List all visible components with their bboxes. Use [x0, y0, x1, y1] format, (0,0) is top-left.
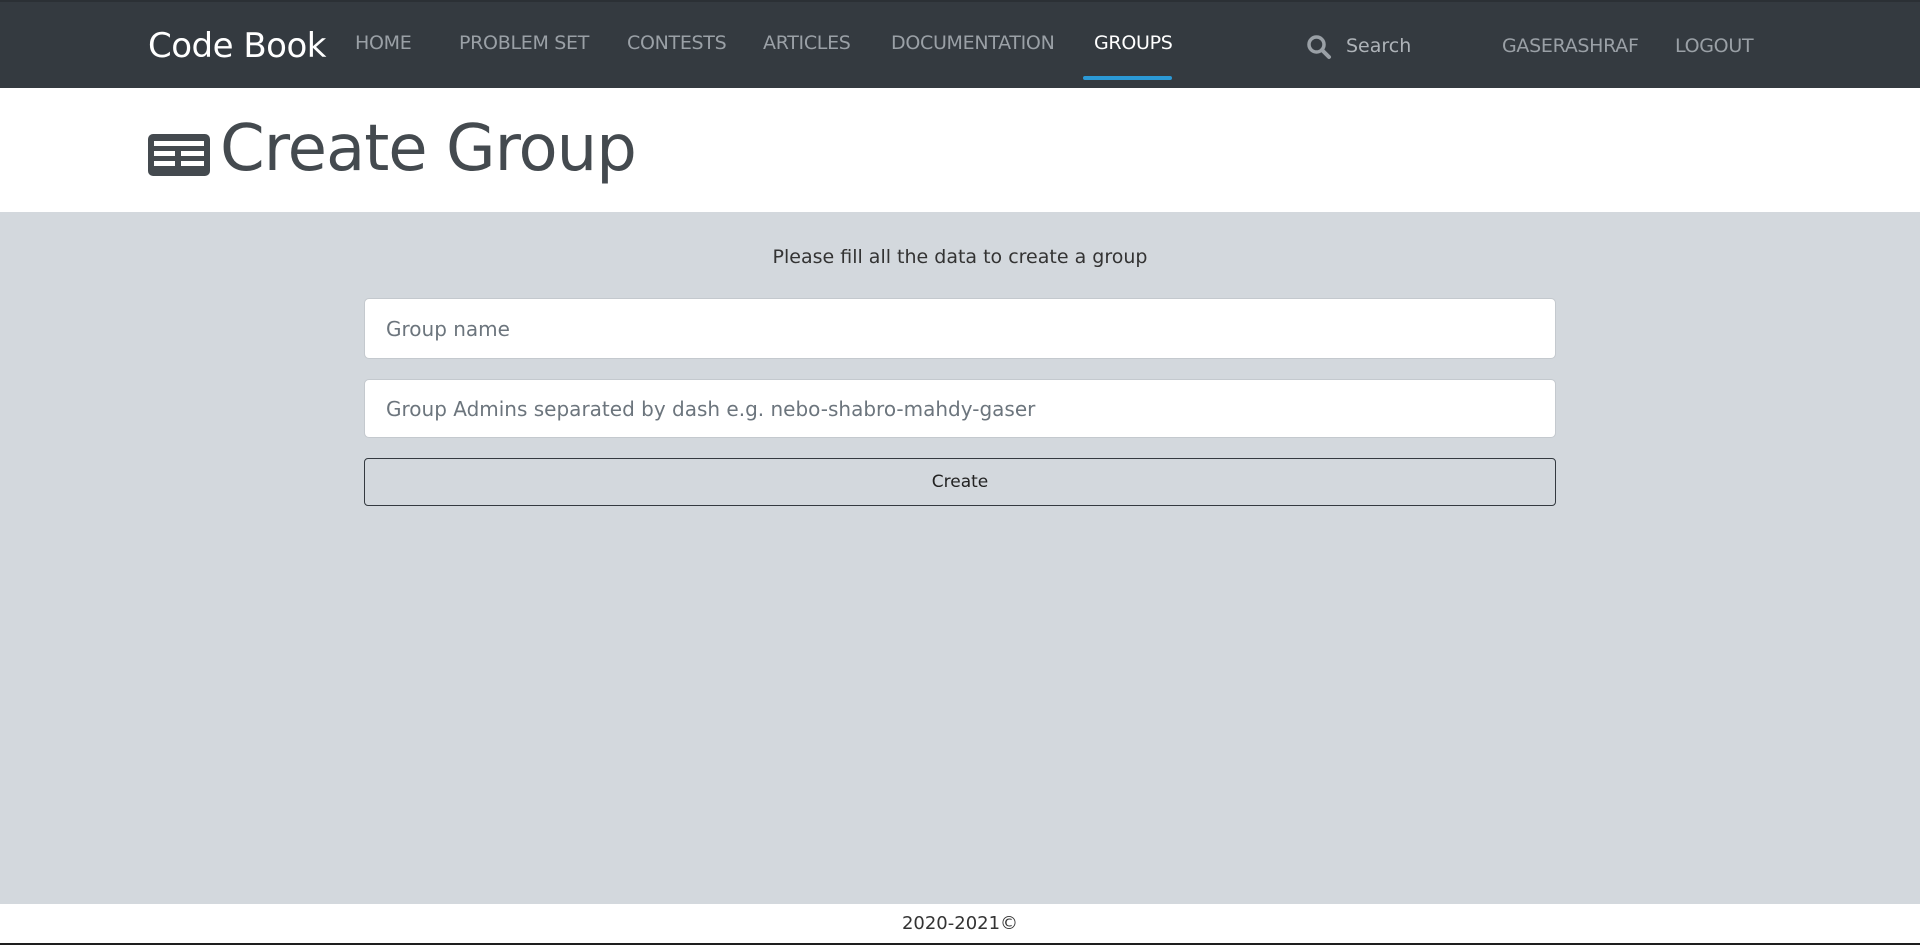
search-icon[interactable]: [1306, 34, 1332, 60]
logout-link[interactable]: LOGOUT: [1675, 35, 1754, 57]
footer-copyright: 2020-2021©: [901, 913, 1019, 934]
nav-item-home[interactable]: HOME: [355, 32, 412, 54]
newspaper-icon: [148, 134, 210, 176]
page-title: Create Group: [220, 112, 637, 186]
nav-item-articles[interactable]: ARTICLES: [763, 32, 851, 54]
nav-item-contests[interactable]: CONTESTS: [627, 32, 727, 54]
create-group-button[interactable]: Create: [364, 458, 1556, 506]
nav-item-problem-set[interactable]: PROBLEM SET: [459, 32, 589, 54]
group-name-input[interactable]: [364, 298, 1556, 359]
search-input[interactable]: [1346, 30, 1466, 62]
group-admins-input[interactable]: [364, 379, 1556, 438]
brand-logo[interactable]: Code Book: [148, 26, 326, 66]
nav-item-documentation[interactable]: DOCUMENTATION: [891, 32, 1055, 54]
search-box: [1300, 30, 1470, 62]
active-nav-indicator: [1083, 76, 1172, 80]
top-navbar: Code Book HOME PROBLEM SET CONTESTS ARTI…: [0, 0, 1920, 88]
footer: 2020-2021©: [0, 904, 1920, 945]
nav-user-link[interactable]: GASERASHRAF: [1502, 35, 1639, 57]
form-instructions: Please fill all the data to create a gro…: [772, 246, 1148, 268]
nav-item-groups[interactable]: GROUPS: [1094, 32, 1173, 54]
